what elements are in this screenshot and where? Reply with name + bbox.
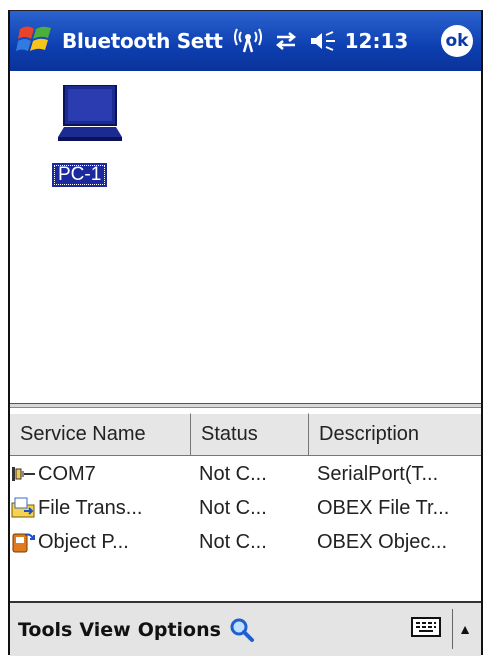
list-item[interactable]: Object P... Not C... OBEX Objec... xyxy=(10,525,481,559)
object-push-icon xyxy=(12,533,35,553)
service-description: SerialPort(T... xyxy=(317,462,439,485)
service-description: OBEX File Tr... xyxy=(317,496,450,519)
speaker-icon[interactable] xyxy=(309,29,337,53)
sync-icon[interactable] xyxy=(273,29,299,53)
service-name-cell: Object P... xyxy=(10,529,191,555)
service-name: Object P... xyxy=(38,530,129,553)
device-area[interactable]: PC-1 xyxy=(10,71,481,403)
pane-splitter[interactable] xyxy=(10,403,481,408)
service-description: OBEX Objec... xyxy=(317,530,448,553)
app-window: Bluetooth Sett 12:13 ok PC-1 Service Nam… xyxy=(8,10,483,656)
service-name: File Trans... xyxy=(38,496,143,519)
service-status: Not C... xyxy=(199,530,267,553)
menu-tools[interactable]: Tools xyxy=(18,619,72,641)
list-item[interactable]: COM7 Not C... SerialPort(T... xyxy=(10,457,481,491)
search-icon[interactable] xyxy=(229,617,255,643)
signal-icon[interactable] xyxy=(233,28,263,54)
input-panel-arrow[interactable]: ▲ xyxy=(452,609,477,649)
keyboard-icon[interactable] xyxy=(411,615,441,641)
service-status: Not C... xyxy=(199,462,267,485)
service-name: COM7 xyxy=(38,462,96,485)
column-header-service-name[interactable]: Service Name xyxy=(10,413,191,455)
window-title: Bluetooth Sett xyxy=(62,29,223,53)
device-label[interactable]: PC-1 xyxy=(52,163,108,187)
service-name-cell: COM7 xyxy=(10,461,191,487)
service-list-header: Service Name Status Description xyxy=(10,413,481,456)
column-header-status[interactable]: Status xyxy=(191,413,309,455)
ok-button[interactable]: ok xyxy=(441,25,473,57)
device-item[interactable]: PC-1 xyxy=(52,85,132,187)
service-list: COM7 Not C... SerialPort(T... File Trans… xyxy=(10,457,481,559)
file-transfer-icon xyxy=(11,497,35,518)
clock[interactable]: 12:13 xyxy=(345,29,409,53)
column-header-description[interactable]: Description xyxy=(309,413,481,455)
menu-options[interactable]: Options xyxy=(138,619,221,641)
laptop-icon xyxy=(58,85,122,141)
menu-view[interactable]: View xyxy=(79,619,130,641)
title-bar: Bluetooth Sett 12:13 ok xyxy=(10,11,481,71)
service-status: Not C... xyxy=(199,496,267,519)
menu-bar: Tools View Options ▲ xyxy=(10,603,481,656)
serial-port-icon xyxy=(12,467,35,481)
windows-start-icon[interactable] xyxy=(16,21,56,61)
list-item[interactable]: File Trans... Not C... OBEX File Tr... xyxy=(10,491,481,525)
service-name-cell: File Trans... xyxy=(10,495,191,521)
